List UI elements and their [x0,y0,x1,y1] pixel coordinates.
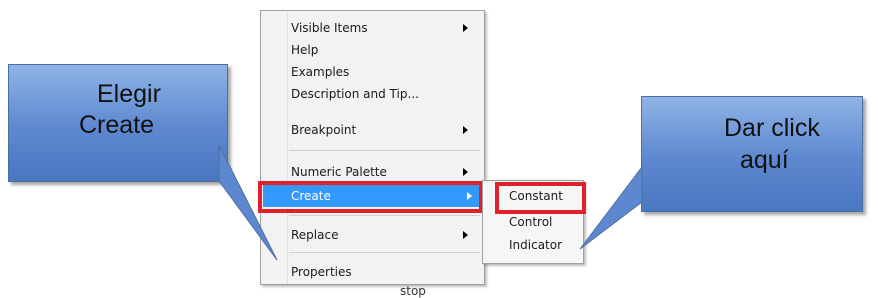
menu-item-label: Properties [291,265,352,279]
create-highlight-box [258,181,483,213]
menu-item-visible-items[interactable]: Visible Items [288,17,478,39]
menu-item-label: Help [291,43,319,57]
menu-item-label: Replace [291,228,339,242]
callout-left-line2: Create [79,111,155,139]
callout-pointer-left [218,144,278,261]
submenu-arrow-icon [463,126,468,134]
background-label-stop: stop [400,284,426,298]
callout-elegir-create: Elegir Create [8,64,278,261]
menu-separator [289,215,480,216]
menu-item-label: Visible Items [291,21,368,35]
callout-right-line2: aquí [740,146,789,174]
submenu-arrow-icon [463,168,468,176]
menu-item-description-and-tip[interactable]: Description and Tip... [288,83,478,105]
callout-left-line1: Elegir [97,80,161,108]
submenu-arrow-icon [463,231,468,239]
menu-item-label: Breakpoint [291,123,357,137]
screenshot-stage: Visible Items Help Examples Description … [0,0,878,298]
menu-item-breakpoint[interactable]: Breakpoint [288,119,478,141]
callout-right-line1: Dar click [724,114,820,142]
menu-item-help[interactable]: Help [288,39,478,61]
callout-pointer-right [579,165,643,250]
submenu-item-indicator[interactable]: Indicator [509,236,562,254]
menu-item-replace[interactable]: Replace [288,224,478,246]
menu-item-label: Examples [291,65,350,79]
menu-separator [289,252,480,253]
submenu-arrow-icon [463,24,468,32]
context-menu: Visible Items Help Examples Description … [260,10,485,285]
menu-item-examples[interactable]: Examples [288,61,478,83]
menu-item-numeric-palette[interactable]: Numeric Palette [288,161,478,183]
menu-item-properties[interactable]: Properties [288,261,478,283]
menu-item-label: Numeric Palette [291,165,387,179]
submenu-item-control[interactable]: Control [509,213,552,231]
menu-item-label: Description and Tip... [291,87,419,101]
menu-separator [289,150,480,151]
callout-dar-click-aqui: Dar click aquí [579,96,863,250]
constant-highlight-box [495,182,586,214]
